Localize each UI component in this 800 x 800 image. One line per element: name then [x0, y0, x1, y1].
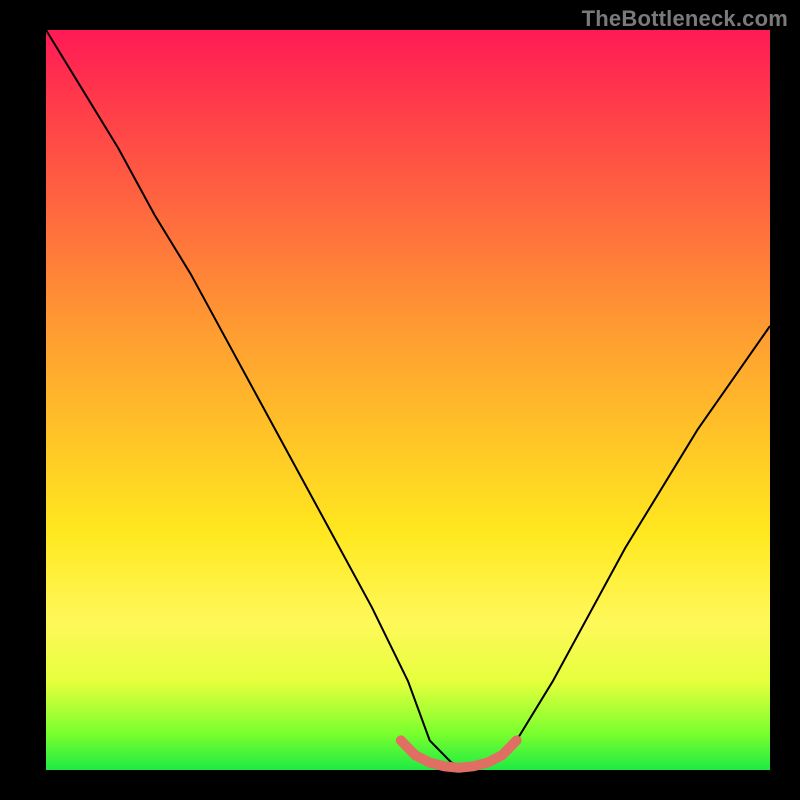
flat-bottom-highlight — [401, 740, 517, 767]
watermark-text: TheBottleneck.com — [582, 6, 788, 32]
bottleneck-curve — [46, 30, 770, 770]
chart-frame: TheBottleneck.com — [0, 0, 800, 800]
chart-plot-area — [46, 30, 770, 770]
chart-svg — [46, 30, 770, 770]
